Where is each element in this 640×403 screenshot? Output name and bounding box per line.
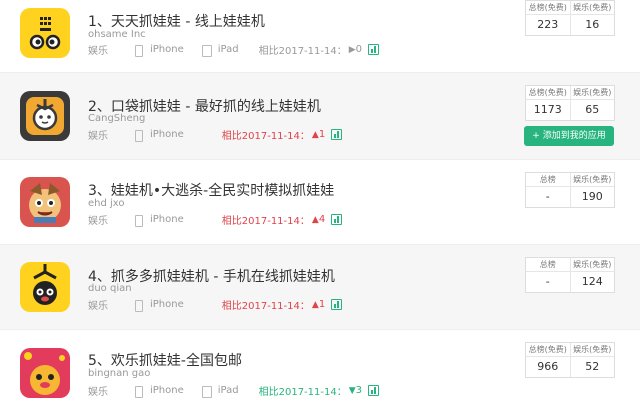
platform-iphone: iPhone xyxy=(150,299,184,310)
rank-box: 总榜(免费) 娱乐(免费) 223 16 xyxy=(525,0,615,36)
rank-total-label: 总榜(免费) xyxy=(526,1,571,14)
compare-date: 相比2017-11-14： xyxy=(258,46,347,57)
bar-chart-icon[interactable] xyxy=(331,214,343,225)
rank-change: 相比2017-11-14： ▲ 4 xyxy=(222,212,325,227)
rank-box: 总榜 娱乐(免费) -190 xyxy=(525,172,615,208)
up-arrow-icon: ▲ xyxy=(311,129,319,140)
app-category: 娱乐 xyxy=(88,216,108,227)
platform-ipad: iPad xyxy=(217,385,239,396)
rank-total-label: 总榜(免费) xyxy=(526,86,571,99)
compare-date: 相比2017-11-14： xyxy=(221,301,310,312)
platform-iphone: iPhone xyxy=(150,214,184,225)
app-row[interactable]: 4、抓多多抓娃娃机 - 手机在线抓娃娃机 duo qian 娱乐 iPhone … xyxy=(0,245,640,330)
change-value: 4 xyxy=(318,214,326,225)
platform-iphone: iPhone xyxy=(150,385,184,396)
iphone-icon xyxy=(132,44,146,57)
red-pig-app-icon[interactable] xyxy=(20,348,70,398)
app-category: 娱乐 xyxy=(88,131,108,142)
platform-ipad: iPad xyxy=(217,44,239,55)
rank-category-label: 娱乐(免费) xyxy=(573,88,612,97)
rank-category-label: 娱乐(免费) xyxy=(573,260,612,269)
iphone-icon xyxy=(132,299,146,312)
rank-category-value: 124 xyxy=(581,275,603,288)
rank-change: 相比2017-11-14： ▼ 3 xyxy=(259,383,362,398)
up-arrow-icon: ▲ xyxy=(311,299,319,310)
app-meta: 娱乐 iPhone 相比2017-11-14： ▲ 1 xyxy=(88,127,343,142)
app-category: 娱乐 xyxy=(88,46,108,57)
bar-chart-icon[interactable] xyxy=(368,44,380,55)
up-arrow-icon: ▲ xyxy=(311,214,319,225)
claw-bear-app-icon[interactable] xyxy=(20,91,70,141)
compare-date: 相比2017-11-14： xyxy=(258,387,347,398)
rank-change: 相比2017-11-14： ▶ 0 xyxy=(259,42,362,57)
app-developer: ohsame Inc xyxy=(88,29,146,40)
app-developer: CangSheng xyxy=(88,113,146,124)
app-row[interactable]: 5、欢乐抓娃娃-全国包邮 bingnan gao 娱乐 iPhone iPad … xyxy=(0,330,640,403)
ipad-icon xyxy=(200,44,214,57)
rank-total-value: - xyxy=(526,272,571,292)
platform-iphone: iPhone xyxy=(150,44,184,55)
iphone-icon xyxy=(132,214,146,227)
rank-category-value: 16 xyxy=(585,18,600,31)
iphone-icon xyxy=(132,385,146,398)
rank-category-value: 65 xyxy=(585,103,600,116)
compare-date: 相比2017-11-14： xyxy=(221,216,310,227)
ipad-icon xyxy=(200,385,214,398)
rank-total-value: - xyxy=(526,187,571,207)
rank-category-label: 娱乐(免费) xyxy=(573,175,612,184)
app-title[interactable]: 3、娃娃机•大逃杀-全民实时模拟抓娃娃 xyxy=(88,180,334,200)
compare-date: 相比2017-11-14： xyxy=(221,131,310,142)
rank-total-label: 总榜(免费) xyxy=(526,343,571,356)
app-category: 娱乐 xyxy=(88,387,108,398)
rank-box: 总榜(免费) 娱乐(免费) 966 52 xyxy=(525,342,615,378)
rank-box: 总榜 娱乐(免费) -124 xyxy=(525,257,615,293)
play-arrow-icon: ▶ xyxy=(348,44,356,55)
claw-panda-app-icon[interactable] xyxy=(20,262,70,312)
app-meta: 娱乐 iPhone 相比2017-11-14： ▲ 4 xyxy=(88,212,343,227)
rank-total-label: 总榜 xyxy=(526,258,571,271)
cartoon-character-app-icon[interactable] xyxy=(20,177,70,227)
change-value: 1 xyxy=(318,299,326,310)
app-meta: 娱乐 iPhone iPad 相比2017-11-14： ▼ 3 xyxy=(88,383,380,398)
yellow-face-app-icon[interactable] xyxy=(20,8,70,58)
rank-category-label: 娱乐(免费) xyxy=(573,345,612,354)
bar-chart-icon[interactable] xyxy=(331,299,343,310)
app-developer: bingnan gao xyxy=(88,368,151,379)
rank-category-value: 190 xyxy=(581,190,603,203)
change-value: 3 xyxy=(355,385,363,396)
app-developer: ehd jxo xyxy=(88,198,125,209)
rank-change: 相比2017-11-14： ▲ 1 xyxy=(222,297,325,312)
bar-chart-icon[interactable] xyxy=(368,385,380,396)
rank-total-value: 223 xyxy=(526,15,571,35)
change-value: 0 xyxy=(355,44,363,55)
rank-total-value: 966 xyxy=(526,357,571,377)
change-value: 1 xyxy=(318,129,326,140)
rank-category-label: 娱乐(免费) xyxy=(573,3,612,12)
platform-iphone: iPhone xyxy=(150,129,184,140)
rank-total-label: 总榜 xyxy=(526,173,571,186)
app-category: 娱乐 xyxy=(88,301,108,312)
app-row[interactable]: 1、天天抓娃娃 - 线上娃娃机 ohsame Inc 娱乐 iPhone iPa… xyxy=(0,0,640,73)
app-meta: 娱乐 iPhone iPad 相比2017-11-14： ▶ 0 xyxy=(88,42,380,57)
app-title[interactable]: 1、天天抓娃娃 - 线上娃娃机 xyxy=(88,11,265,31)
app-title[interactable]: 5、欢乐抓娃娃-全国包邮 xyxy=(88,350,242,370)
add-to-my-apps-button[interactable]: + 添加到我的应用 xyxy=(524,126,614,146)
down-arrow-icon: ▼ xyxy=(348,385,356,396)
app-row[interactable]: 2、口袋抓娃娃 - 最好抓的线上娃娃机 CangSheng 娱乐 iPhone … xyxy=(0,73,640,160)
rank-category-value: 52 xyxy=(585,360,600,373)
app-meta: 娱乐 iPhone 相比2017-11-14： ▲ 1 xyxy=(88,297,343,312)
iphone-icon xyxy=(132,129,146,142)
bar-chart-icon[interactable] xyxy=(331,129,343,140)
rank-change: 相比2017-11-14： ▲ 1 xyxy=(222,127,325,142)
rank-total-value: 1173 xyxy=(526,100,571,120)
rank-box: 总榜(免费) 娱乐(免费) 1173 65 xyxy=(525,85,615,121)
app-developer: duo qian xyxy=(88,283,132,294)
app-row[interactable]: 3、娃娃机•大逃杀-全民实时模拟抓娃娃 ehd jxo 娱乐 iPhone 相比… xyxy=(0,160,640,245)
